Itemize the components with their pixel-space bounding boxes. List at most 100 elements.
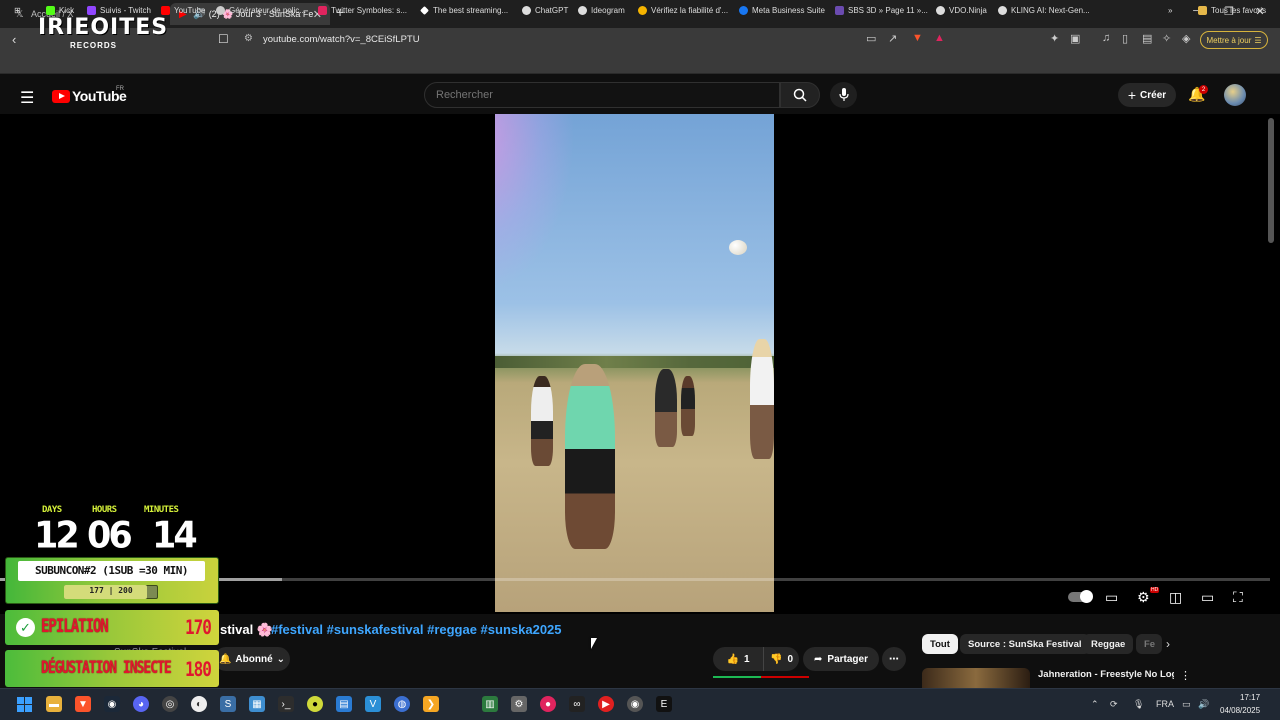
tray-sync-icon[interactable]: ⟳ xyxy=(1110,699,1118,710)
language-indicator[interactable]: FRA xyxy=(1156,699,1174,709)
share-button[interactable]: ➦ Partager xyxy=(803,647,879,671)
autoplay-toggle[interactable] xyxy=(1068,590,1093,603)
search-button[interactable] xyxy=(780,82,820,108)
search-icon xyxy=(793,88,807,102)
media-icon[interactable]: ♫ xyxy=(1102,32,1110,44)
chip-fe[interactable]: Fe xyxy=(1136,634,1162,654)
brave-browser-icon[interactable]: ▼ xyxy=(75,696,91,712)
app-circle-icon[interactable]: ◐ xyxy=(191,696,207,712)
bookmark-meta-business[interactable]: Meta Business Suite xyxy=(739,6,825,15)
chevron-right-icon[interactable]: › xyxy=(1166,637,1170,651)
app-blue-circle-icon[interactable]: ◍ xyxy=(394,696,410,712)
terminal-icon[interactable]: ›_ xyxy=(278,696,294,712)
subtitles-icon[interactable]: ▭ xyxy=(1105,589,1118,606)
video-frame[interactable] xyxy=(495,114,774,612)
voice-search-button[interactable] xyxy=(830,82,857,108)
vegas-icon[interactable]: V xyxy=(365,696,381,712)
brave-rewards-icon[interactable]: ▲ xyxy=(934,32,945,44)
app-infinity-icon[interactable]: ∞ xyxy=(569,696,585,712)
back-icon[interactable]: ‹ xyxy=(12,32,16,47)
bookmark-kick[interactable]: Kick xyxy=(46,6,74,15)
vpn-icon[interactable]: ◈ xyxy=(1182,32,1190,45)
subscribed-button[interactable]: 🔔 Abonné ⌄ xyxy=(214,647,290,671)
tray-mic-icon[interactable]: 🎙 xyxy=(1133,699,1144,710)
bookmark-kling-ai[interactable]: KLING AI: Next-Gen... xyxy=(998,6,1090,15)
person-white-shirt xyxy=(531,376,553,466)
site-info-icon[interactable]: ⚙ xyxy=(244,33,253,44)
extensions-icon[interactable]: ✦ xyxy=(1050,32,1059,45)
bookmark-vdo-ninja[interactable]: VDO.Ninja xyxy=(936,6,987,15)
apps-grid-icon[interactable]: ⊞ xyxy=(14,6,21,15)
sidebar-icon[interactable]: ▯ xyxy=(1122,32,1128,45)
dislike-button[interactable]: 👎 0 xyxy=(763,647,799,671)
app-folder-icon[interactable]: ▤ xyxy=(336,696,352,712)
app-gray-icon[interactable]: ◉ xyxy=(627,696,643,712)
network-icon[interactable]: ▭ xyxy=(1182,699,1191,710)
youtube-play-icon xyxy=(52,89,70,103)
minutes-label: MINUTES xyxy=(144,505,179,515)
fullscreen-icon[interactable]: ⛶ xyxy=(1233,589,1243,606)
clock-date[interactable]: 04/08/2025 xyxy=(1220,706,1260,715)
create-button[interactable]: + Créer xyxy=(1118,83,1176,107)
settings-gear-icon[interactable]: ⚙ xyxy=(1137,589,1150,606)
url-field[interactable]: youtube.com/watch?v=_8CEiSfLPTU xyxy=(263,34,420,45)
screenshot-icon[interactable]: ▣ xyxy=(1070,32,1080,45)
settings-app-icon[interactable]: ⚙ xyxy=(511,696,527,712)
photos-icon[interactable]: ▦ xyxy=(249,696,265,712)
volume-icon[interactable]: 🔊 xyxy=(1198,699,1209,710)
epic-games-icon[interactable]: E xyxy=(656,696,672,712)
app-red-icon[interactable]: ● xyxy=(540,696,556,712)
brave-shield-icon[interactable]: ▼ xyxy=(912,32,923,44)
discord-icon[interactable]: ◕ xyxy=(133,696,149,712)
bookmarks-overflow-icon[interactable]: » xyxy=(1168,6,1172,15)
search-input[interactable] xyxy=(424,82,780,108)
bookmark-twitter-symbols[interactable]: Twitter Symboles: s... xyxy=(318,6,407,15)
bookmark-chatgpt[interactable]: ChatGPT xyxy=(522,6,568,15)
bookmark-font-generator[interactable]: Générateur de polic... xyxy=(216,6,306,15)
all-bookmarks[interactable]: Tous les favoris xyxy=(1198,6,1266,15)
chip-all[interactable]: Tout xyxy=(922,634,958,654)
reward-label: DÉGUSTATION INSECTE xyxy=(41,658,172,679)
cast-icon[interactable]: ▭ xyxy=(866,32,876,45)
notepad-icon[interactable]: ▥ xyxy=(482,696,498,712)
suggestion-menu-icon[interactable]: ⋮ xyxy=(1180,669,1191,682)
bookmark-fiabilite[interactable]: Vérifiez la fiabilité d'... xyxy=(638,6,728,15)
video-hashtags[interactable]: #festival #sunskafestival #reggae #sunsk… xyxy=(271,622,562,637)
obs-icon[interactable]: ◎ xyxy=(162,696,178,712)
leo-ai-icon[interactable]: ✧ xyxy=(1162,32,1171,45)
suggestion-thumbnail[interactable] xyxy=(922,668,1030,688)
file-explorer-icon[interactable]: ▬ xyxy=(46,696,62,712)
steam-icon[interactable]: ◉ xyxy=(104,696,120,712)
share-label: Partager xyxy=(827,653,868,665)
records-logo-text: RECORDS xyxy=(70,41,118,50)
bookmark-youtube[interactable]: YouTube xyxy=(161,6,205,15)
bookmark-streaming[interactable]: The best streaming... xyxy=(420,6,508,15)
clock-time[interactable]: 17:17 xyxy=(1240,693,1260,702)
chatgpt-icon xyxy=(522,6,531,15)
update-button[interactable]: Mettre à jour ☰ xyxy=(1200,31,1268,49)
app-arrow-icon[interactable]: ❯ xyxy=(423,696,439,712)
like-button[interactable]: 👍 1 xyxy=(713,647,763,671)
tray-chevron-icon[interactable]: ⌃ xyxy=(1091,699,1099,710)
hamburger-menu-icon[interactable]: ☰ xyxy=(20,88,34,108)
miniplayer-icon[interactable]: ◫ xyxy=(1169,589,1182,606)
bookmark-sbs3d[interactable]: SBS 3D » Page 11 »... xyxy=(835,6,928,15)
bookmark-ideogram[interactable]: Ideogram xyxy=(578,6,625,15)
chip-reggae[interactable]: Reggae xyxy=(1083,634,1134,654)
windows-start-icon[interactable] xyxy=(16,696,32,712)
app-blue-icon[interactable]: S xyxy=(220,696,236,712)
page-scrollbar[interactable] xyxy=(1268,118,1274,243)
more-actions-icon[interactable]: ⋯ xyxy=(882,647,906,671)
youtube-app-icon[interactable]: ▶ xyxy=(598,696,614,712)
bookmark-twitch[interactable]: Suivis - Twitch xyxy=(87,6,151,15)
app-yellow-icon[interactable]: ● xyxy=(307,696,323,712)
chip-source[interactable]: Source : SunSka Festival xyxy=(960,634,1090,654)
suggestion-title[interactable]: Jahneration - Freestyle No Logo (Balik, … xyxy=(1038,669,1174,681)
check-icon: ✓ xyxy=(16,618,35,637)
bookmark-icon[interactable]: ☐ xyxy=(218,32,229,46)
user-avatar[interactable] xyxy=(1224,84,1246,106)
wallet-icon[interactable]: ▤ xyxy=(1142,32,1152,45)
theater-mode-icon[interactable]: ▭ xyxy=(1201,589,1214,606)
microphone-icon xyxy=(838,88,849,101)
share-page-icon[interactable]: ↗ xyxy=(888,32,897,45)
